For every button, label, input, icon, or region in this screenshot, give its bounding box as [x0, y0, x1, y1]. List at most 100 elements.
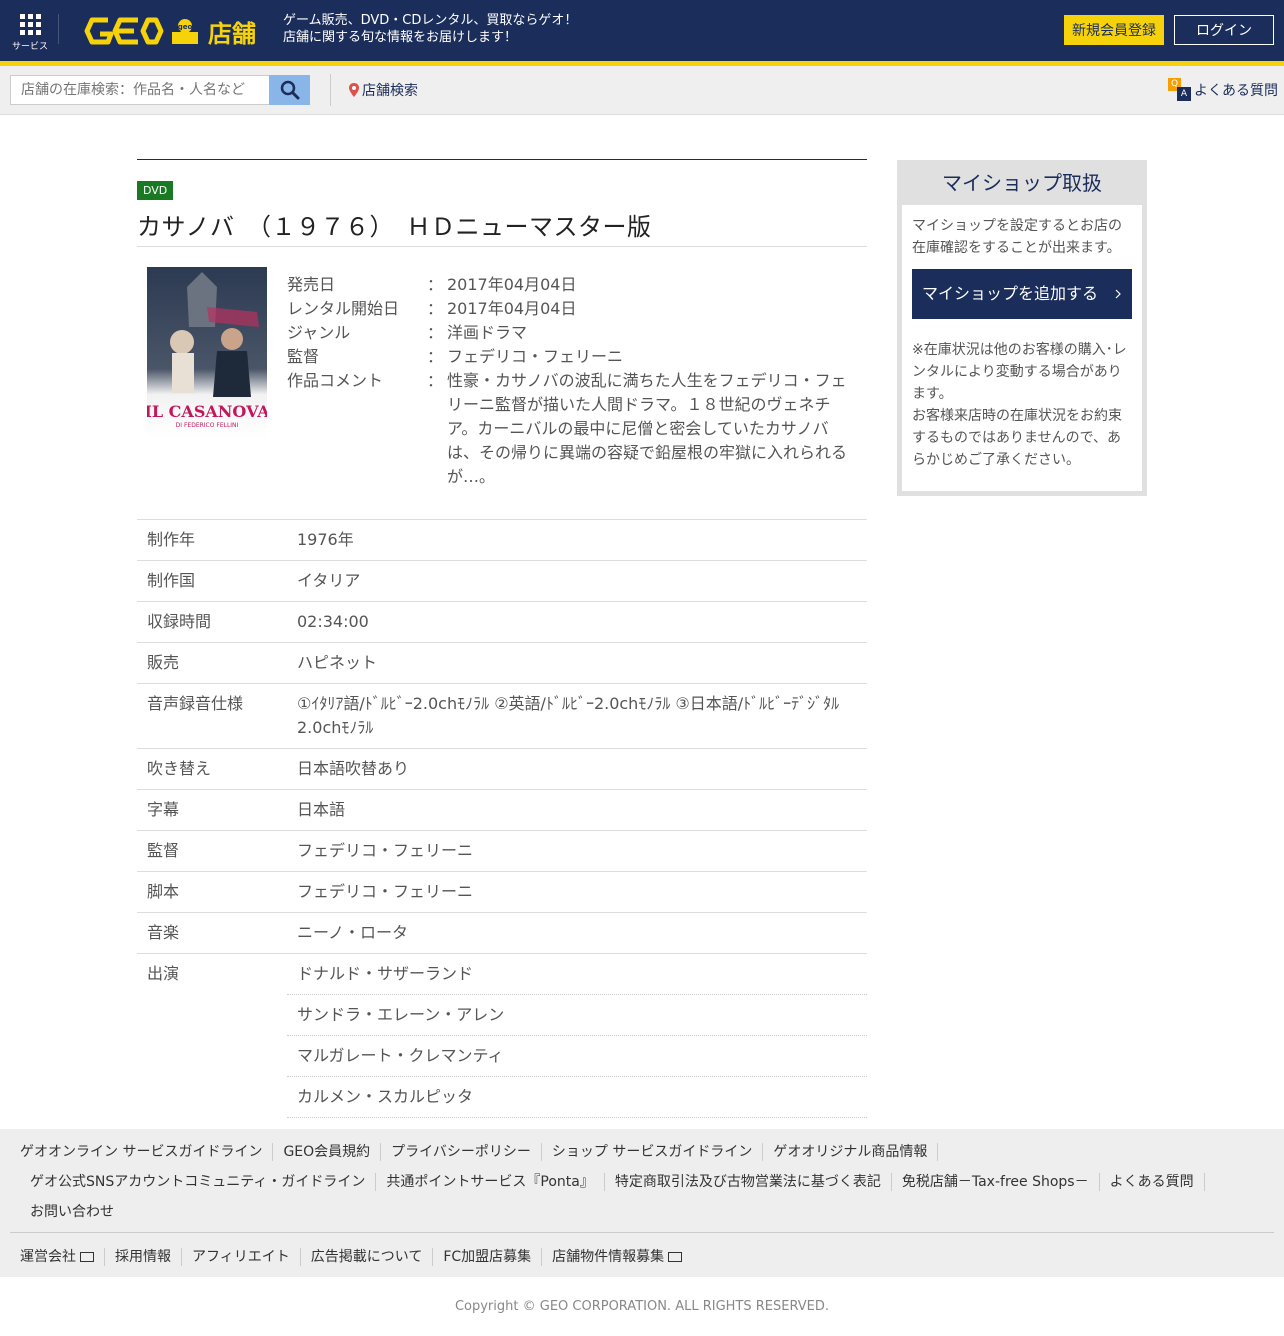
search-divider: [330, 74, 331, 106]
cast-list: ドナルド・サザーランド サンドラ・エレーン・アレン マルガレート・クレマンティ カルメ…: [287, 953, 867, 1159]
footer-link-label: 免税店舗－Tax-free Shops－: [901, 1174, 1089, 1190]
product-info: 発売日： 2017年04月04日 レンタル開始日： 2017年04月04日 ジャンル…: [287, 273, 857, 489]
spec-key: 制作年: [137, 519, 287, 561]
footer-links-primary: ゲオオンライン サービスガイドライン GEO会員規約 プライバシーポリシー ショップ …: [20, 1137, 1270, 1227]
myshop-body: マイショップを設定するとお店の在庫確認をすることが出来ます。 マイショップを追加…: [902, 205, 1142, 491]
spec-value: イタリア: [287, 560, 867, 602]
spec-key: 音楽: [137, 912, 287, 954]
footer-link-label: 広告掲載について: [310, 1249, 423, 1265]
footer-link-label: 店舗物件情報募集: [552, 1249, 665, 1265]
footer-link-label: アフィリエイト: [192, 1249, 290, 1265]
footer-link[interactable]: 店舗物件情報募集: [542, 1248, 692, 1266]
footer-link[interactable]: よくある質問: [1100, 1173, 1205, 1191]
search-bar: 店舗検索 Q A よくある質問: [0, 66, 1284, 115]
title-top-rule: [137, 159, 867, 160]
media-badge: DVD: [137, 181, 174, 200]
info-row-rental-start: レンタル開始日： 2017年04月04日: [287, 299, 577, 318]
footer-link-label: ショップ サービスガイドライン: [551, 1144, 753, 1160]
info-row-comment: 作品コメント：性豪・カサノバの波乱に満ちた人生をフェデリコ・フェリーニ監督が描い…: [287, 371, 848, 486]
footer-link-label: ゲオオリジナル商品情報: [773, 1144, 928, 1160]
footer-link-label: 特定商取引法及び古物営業法に基づく表記: [614, 1174, 881, 1190]
spec-value: フェデリコ・フェリーニ: [287, 830, 867, 872]
footer-link[interactable]: ゲオオリジナル商品情報: [763, 1143, 939, 1161]
cast-member[interactable]: ドナルド・サザーランド: [287, 954, 867, 995]
spec-row: 収録時間 02:34:00: [137, 601, 867, 643]
stock-note-1: ※在庫状況は他のお客様の購入･レンタルにより変動する場合があります。: [912, 342, 1127, 402]
svg-text:geo: geo: [178, 23, 193, 31]
footer-link[interactable]: お問い合わせ: [20, 1203, 124, 1221]
product-summary: IL CASANOVA DI FEDERICO FELLINI 発売日： 2017…: [137, 247, 867, 517]
footer-link-label: 共通ポイントサービス『Ponta』: [386, 1174, 594, 1190]
footer-link-label: GEO会員規約: [283, 1144, 371, 1160]
footer-link-label: ゲオオンライン サービスガイドライン: [20, 1144, 263, 1160]
svg-text:店舗: 店舗: [208, 20, 256, 48]
footer-links-secondary: 運営会社 採用情報 アフィリエイト 広告掲載について FC加盟店募集 店舗物件情報募集: [20, 1242, 1270, 1272]
footer-link[interactable]: GEO会員規約: [273, 1143, 382, 1161]
add-myshop-button[interactable]: マイショップを追加する: [912, 269, 1132, 319]
footer-link[interactable]: 免税店舗－Tax-free Shops－: [892, 1173, 1100, 1191]
footer-link[interactable]: 運営会社: [20, 1248, 105, 1266]
footer-link-label: 運営会社: [20, 1249, 76, 1265]
footer-link-label: お問い合わせ: [30, 1204, 114, 1220]
product-jacket-image[interactable]: IL CASANOVA DI FEDERICO FELLINI: [147, 267, 267, 437]
faq-link[interactable]: Q A よくある質問: [1168, 78, 1278, 102]
spec-value: ①ｲﾀﾘｱ語/ﾄﾞﾙﾋﾞｰ2.0chﾓﾉﾗﾙ ②英語/ﾄﾞﾙﾋﾞｰ2.0chﾓﾉ…: [287, 683, 867, 749]
services-label: サービス: [11, 42, 48, 52]
spec-row: 制作年 1976年: [137, 519, 867, 561]
copyright: Copyright © GEO CORPORATION. ALL RIGHTS …: [454, 1299, 830, 1314]
store-search-label: 店舗検索: [362, 83, 418, 99]
spec-key: 監督: [137, 830, 287, 872]
spec-row: 監督 フェデリコ・フェリーニ: [137, 830, 867, 872]
spec-row: 販売 ハピネット: [137, 642, 867, 684]
info-row-director: 監督：フェデリコ・フェリーニ: [287, 347, 624, 366]
faq-label: よくある質問: [1194, 83, 1278, 99]
search-button[interactable]: [269, 75, 310, 105]
cast-member[interactable]: サンドラ・エレーン・アレン: [287, 995, 867, 1036]
info-row-genre: ジャンル：洋画ドラマ: [287, 323, 528, 342]
external-window-icon: [80, 1252, 94, 1262]
footer-link[interactable]: 特定商取引法及び古物営業法に基づく表記: [605, 1173, 892, 1191]
geo-store-logo[interactable]: geo 店舗: [84, 12, 264, 50]
add-myshop-label: マイショップを追加する: [922, 284, 1099, 303]
footer-link[interactable]: ゲオ公式SNSアカウントコミュニティ・ガイドライン: [20, 1173, 377, 1191]
footer-link[interactable]: 広告掲載について: [301, 1248, 434, 1266]
stock-note: ※在庫状況は他のお客様の購入･レンタルにより変動する場合があります。 お客様来店…: [912, 339, 1132, 471]
spec-row: 音楽 ニーノ・ロータ: [137, 912, 867, 954]
spec-key: 販売: [137, 642, 287, 684]
spec-value: ニーノ・ロータ: [287, 912, 867, 954]
store-search-link[interactable]: 店舗検索: [349, 80, 418, 100]
cast-member[interactable]: マルガレート・クレマンティ: [287, 1036, 867, 1077]
footer-link[interactable]: プライバシーポリシー: [381, 1143, 542, 1161]
footer-link-label: よくある質問: [1109, 1174, 1194, 1190]
footer-divider: [10, 1232, 1274, 1233]
spec-value: フェデリコ・フェリーニ: [287, 871, 867, 913]
search-icon: [280, 80, 299, 100]
myshop-title: マイショップ取扱: [942, 171, 1102, 195]
spec-value: 日本語吹替あり: [287, 748, 867, 790]
register-button[interactable]: 新規会員登録: [1064, 15, 1164, 45]
spec-value: ハピネット: [287, 642, 867, 684]
myshop-description: マイショップを設定するとお店の在庫確認をすることが出来ます。: [912, 218, 1122, 256]
login-button[interactable]: ログイン: [1174, 15, 1274, 45]
spec-value: 02:34:00: [287, 601, 867, 643]
spec-value: 1976年: [287, 519, 867, 561]
spec-row: 字幕 日本語: [137, 789, 867, 831]
spec-row: 制作国 イタリア: [137, 560, 867, 602]
spec-key: 音声録音仕様: [137, 683, 287, 749]
footer-link[interactable]: FC加盟店募集: [433, 1248, 543, 1266]
footer-link[interactable]: ショップ サービスガイドライン: [542, 1143, 764, 1161]
footer-link[interactable]: 採用情報: [105, 1248, 182, 1266]
stock-search-input[interactable]: [10, 75, 270, 105]
stock-note-2: お客様来店時の在庫状況をお約束するものではありませんので、あらかじめご了承くださ…: [912, 408, 1122, 468]
global-header: サービス geo 店舗 ゲーム販売、DVD・CDレンタル、買取ならゲオ！ 店舗に…: [0, 0, 1284, 61]
footer-link[interactable]: 共通ポイントサービス『Ponta』: [376, 1173, 605, 1191]
grid-menu-icon: [19, 14, 41, 35]
cast-member[interactable]: カルメン・スカルピッタ: [287, 1077, 867, 1118]
footer-link[interactable]: ゲオオンライン サービスガイドライン: [20, 1143, 274, 1161]
footer-link[interactable]: アフィリエイト: [182, 1248, 301, 1266]
spec-row: 脚本 フェデリコ・フェリーニ: [137, 871, 867, 913]
info-row-release: 発売日： 2017年04月04日: [287, 275, 577, 294]
spec-key: 出演: [137, 953, 287, 1159]
services-menu-button[interactable]: サービス: [10, 14, 50, 54]
product-main: DVD カサノバ （１９７６） ＨＤニューマスター版 IL CASANOVA D…: [137, 159, 867, 517]
